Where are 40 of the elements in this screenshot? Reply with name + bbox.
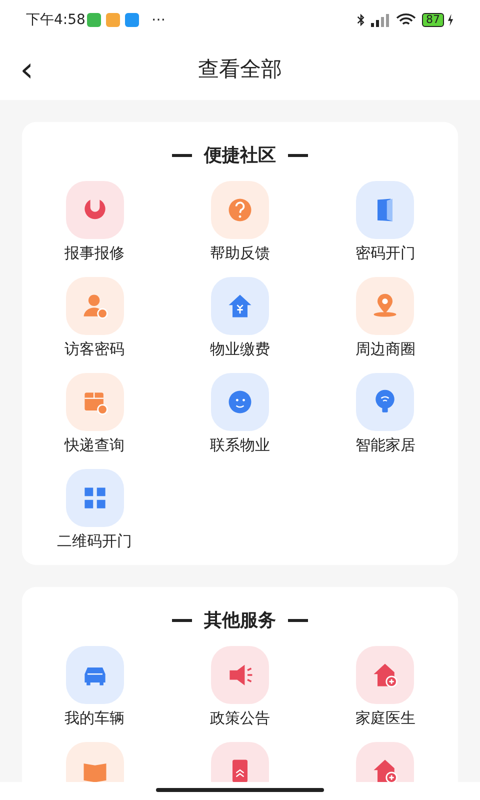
service-tile[interactable] <box>66 277 124 335</box>
service-tile[interactable] <box>210 277 269 335</box>
app-notification-icon <box>106 13 120 27</box>
service-tile[interactable] <box>210 373 269 431</box>
app-notification-icon <box>125 13 140 27</box>
app-notification-icon <box>87 13 102 27</box>
service-label: 家庭医生 <box>355 708 416 728</box>
wifi-icon <box>396 13 416 27</box>
service-label: 我的车辆 <box>64 708 125 728</box>
more-notifications: ⋯ <box>151 10 166 30</box>
service-tile[interactable] <box>210 181 269 239</box>
bluetooth-icon <box>357 13 365 27</box>
service-tile[interactable] <box>210 646 269 704</box>
service-label: 周边商圈 <box>355 339 416 359</box>
battery-indicator: 87 <box>422 13 444 27</box>
section-title: 便捷社区 <box>204 144 276 168</box>
service-tile[interactable] <box>66 181 124 239</box>
service-label: 帮助反馈 <box>210 243 270 263</box>
page-title: 查看全部 <box>198 56 282 84</box>
service-tile[interactable] <box>66 373 124 431</box>
service-label: 二维码开门 <box>57 531 132 551</box>
service-tile[interactable] <box>66 469 124 527</box>
status-time: 下午4:58 <box>26 10 86 30</box>
service-label: 密码开门 <box>355 243 416 263</box>
service-tile[interactable] <box>356 373 414 431</box>
section-title: 其他服务 <box>204 609 276 633</box>
back-button[interactable]: ‹ <box>20 50 34 90</box>
service-label: 快递查询 <box>64 435 125 455</box>
service-label: 访客密码 <box>64 339 125 359</box>
service-tile[interactable] <box>66 646 124 704</box>
service-tile[interactable] <box>356 646 414 704</box>
service-label: 政策公告 <box>210 708 270 728</box>
service-label: 物业缴费 <box>210 339 270 359</box>
service-tile[interactable] <box>356 277 414 335</box>
service-label: 智能家居 <box>355 435 416 455</box>
service-label: 联系物业 <box>210 435 270 455</box>
charging-icon <box>447 14 454 26</box>
service-tile[interactable] <box>356 181 414 239</box>
service-label: 报事报修 <box>64 243 125 263</box>
signal-icon <box>370 13 390 27</box>
